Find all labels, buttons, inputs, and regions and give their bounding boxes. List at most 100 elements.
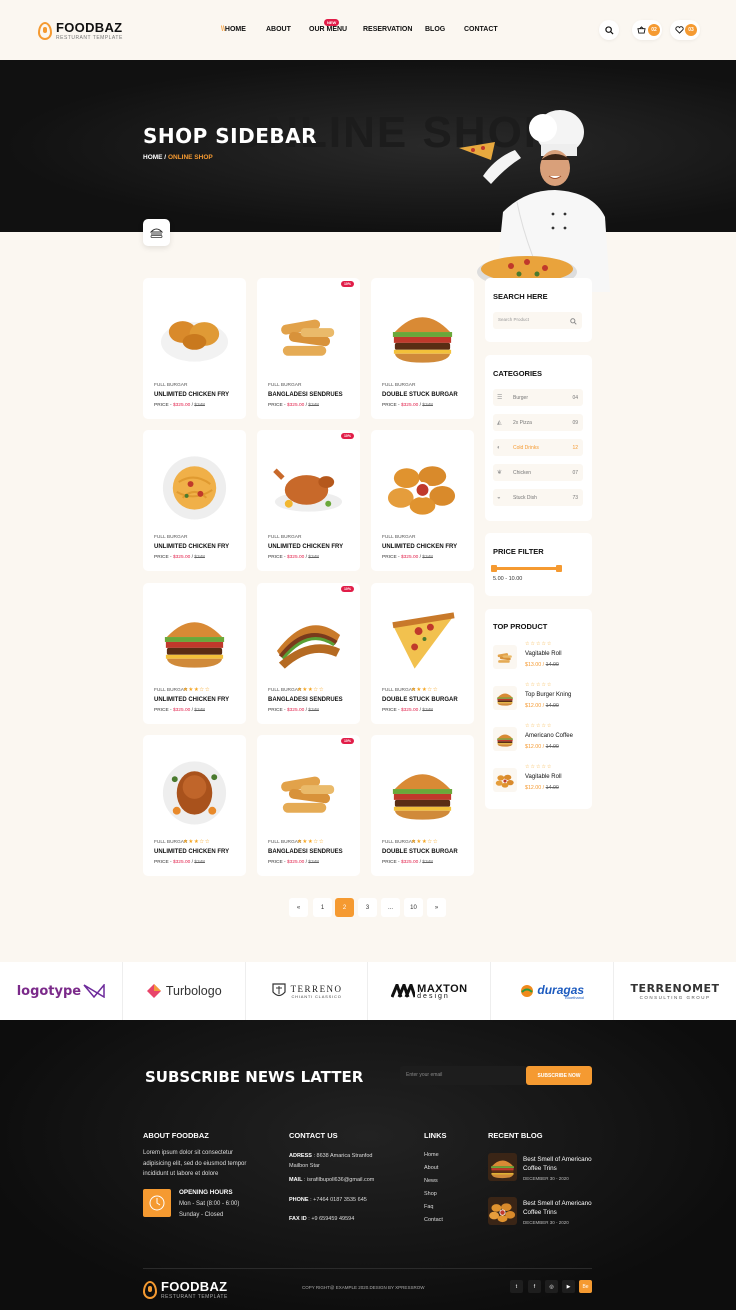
product-image[interactable] (385, 605, 460, 673)
page-2[interactable]: 2 (335, 898, 354, 917)
product-name[interactable]: DOUBLE STUCK BURGAR (382, 392, 458, 398)
product-card[interactable]: FULL BURGAR ★★★☆☆ UNLIMITED CHICKEN FRY PRI… (143, 583, 246, 724)
nav-blog[interactable]: BLOG (425, 26, 445, 33)
recent-blog-item[interactable]: Best Smell of Americano Coffee Trins DECE… (488, 1197, 598, 1227)
blog-title[interactable]: Best Smell of Americano Coffee Trins (523, 1199, 598, 1217)
product-name[interactable]: DOUBLE STUCK BURGAR (382, 697, 458, 703)
product-card[interactable]: FULL BURGAR ★★★☆☆ DOUBLE STUCK BURGAR PRICE… (371, 735, 474, 876)
product-image[interactable] (385, 300, 460, 368)
page-1[interactable]: 1 (313, 898, 332, 917)
blog-title[interactable]: Best Smell of Americano Coffee Trins (523, 1155, 598, 1173)
nav-about[interactable]: ABOUT (266, 26, 291, 33)
category-item[interactable]: ◭ 2x Pizza 09 (493, 414, 583, 431)
top-product-name[interactable]: Top Burger Kning (525, 692, 571, 698)
product-card[interactable]: FULL BURGAR UNLIMITED CHICKEN FRY PRICE - … (143, 278, 246, 419)
product-card[interactable]: FULL BURGAR ★★★☆☆ DOUBLE STUCK BURGAR PRICE… (371, 583, 474, 724)
product-image[interactable] (271, 452, 346, 520)
top-product-item[interactable]: ☆☆☆☆☆ Vagitable Roll $13.00 / 14.90 (493, 641, 588, 673)
footer-link-contact[interactable]: Contact (424, 1217, 443, 1223)
product-card[interactable]: FULL BURGAR ★★★☆☆ UNLIMITED CHICKEN FRY PRI… (143, 735, 246, 876)
top-product-image[interactable] (493, 727, 517, 751)
recent-blog-item[interactable]: Best Smell of Americano Coffee Trins DECE… (488, 1153, 598, 1183)
blog-thumbnail[interactable] (488, 1197, 517, 1225)
product-image[interactable] (157, 300, 232, 368)
brand-logotype[interactable]: logotype (0, 962, 123, 1020)
top-product-name[interactable]: Vagitable Roll (525, 651, 562, 657)
top-product-item[interactable]: ☆☆☆☆☆ Top Burger Kning $12.00 / 14.90 (493, 682, 588, 714)
price-slider-min-handle[interactable] (491, 565, 497, 572)
top-product-image[interactable] (493, 686, 517, 710)
price-slider-track[interactable] (493, 567, 561, 570)
nav-reservation[interactable]: RESERVATION (363, 26, 412, 33)
product-card[interactable]: 10% FULL BURGAR BANGLADESI SENDRUES PRICE -… (257, 278, 360, 419)
search-icon[interactable] (570, 318, 577, 325)
product-name[interactable]: BANGLADESI SENDRUES (268, 697, 343, 703)
page-prev[interactable]: « (289, 898, 308, 917)
product-name[interactable]: BANGLADESI SENDRUES (268, 849, 343, 855)
brand-duragas[interactable]: duragas Bioethanol (491, 962, 615, 1020)
product-image[interactable] (385, 757, 460, 825)
brand-terreno[interactable]: TERRENO CHIANTI CLASSICO (246, 962, 369, 1020)
product-image[interactable] (385, 452, 460, 520)
product-card[interactable]: 10% FULL BURGAR UNLIMITED CHICKEN FRY PRICE… (257, 430, 360, 571)
brand-turbologo[interactable]: Turbologo (123, 962, 246, 1020)
footer-logo[interactable]: FOODBAZ RESTURANT TEMPLATE (143, 1279, 228, 1300)
brand-maxton[interactable]: MAXTON design (368, 962, 492, 1020)
product-image[interactable] (157, 757, 232, 825)
top-product-item[interactable]: ☆☆☆☆☆ Americano Coffee $12.00 / 14.90 (493, 723, 588, 755)
top-product-name[interactable]: Americano Coffee (525, 733, 573, 739)
product-image[interactable] (271, 605, 346, 673)
footer-link-home[interactable]: Home (424, 1152, 439, 1158)
category-item[interactable]: ❦ Chicken 07 (493, 464, 583, 481)
product-name[interactable]: UNLIMITED CHICKEN FRY (268, 544, 343, 550)
footer-link-shop[interactable]: Shop (424, 1191, 437, 1197)
product-name[interactable]: UNLIMITED CHICKEN FRY (154, 849, 229, 855)
page-next[interactable]: » (427, 898, 446, 917)
product-image[interactable] (157, 605, 232, 673)
brand-terrenomet[interactable]: TERRENOMET CONSULTING GROUP (614, 962, 736, 1020)
product-name[interactable]: UNLIMITED CHICKEN FRY (154, 544, 229, 550)
logo[interactable]: FOODBAZ RESTURANT TEMPLATE (38, 20, 123, 41)
email-input[interactable]: Enter your email (400, 1066, 527, 1085)
instagram-icon[interactable]: ◎ (545, 1280, 558, 1293)
top-product-item[interactable]: ☆☆☆☆☆ Vagitable Roll $12.00 / 14.90 (493, 764, 588, 796)
category-item[interactable]: ◒ Stuck Dish 73 (493, 489, 583, 506)
behance-icon[interactable]: Be (579, 1280, 592, 1293)
search-input[interactable]: Search Product (493, 312, 582, 329)
nav-contact[interactable]: CONTACT (464, 26, 498, 33)
page-10[interactable]: 10 (404, 898, 423, 917)
product-name[interactable]: UNLIMITED CHICKEN FRY (154, 697, 229, 703)
youtube-icon[interactable]: ▶ (562, 1280, 575, 1293)
product-image[interactable] (157, 452, 232, 520)
footer-link-about[interactable]: About (424, 1165, 438, 1171)
category-item[interactable]: ☰ Burger 04 (493, 389, 583, 406)
product-card[interactable]: 10% FULL BURGAR ★★★☆☆ BANGLADESI SENDRUES PR… (257, 583, 360, 724)
product-name[interactable]: BANGLADESI SENDRUES (268, 392, 343, 398)
contact-mail[interactable]: MAIL : israfilbupoll636@gmail.com (289, 1175, 374, 1186)
product-card[interactable]: FULL BURGAR UNLIMITED CHICKEN FRY PRICE - … (143, 430, 246, 571)
product-name[interactable]: UNLIMITED CHICKEN FRY (382, 544, 457, 550)
breadcrumb-home[interactable]: HOME / (143, 154, 166, 161)
category-item[interactable]: ◐ Cold Drinks 12 (493, 439, 583, 456)
blog-thumbnail[interactable] (488, 1153, 517, 1181)
top-product-image[interactable] (493, 645, 517, 669)
top-product-image[interactable] (493, 768, 517, 792)
product-name[interactable]: DOUBLE STUCK BURGAR (382, 849, 458, 855)
search-button[interactable] (599, 20, 619, 40)
footer-link-faq[interactable]: Faq (424, 1204, 433, 1210)
product-image[interactable] (271, 757, 346, 825)
product-card[interactable]: 10% FULL BURGAR ★★★☆☆ BANGLADESI SENDRUES PR… (257, 735, 360, 876)
page-3[interactable]: 3 (358, 898, 377, 917)
facebook-icon[interactable]: f (528, 1280, 541, 1293)
subscribe-button[interactable]: SUBSCRIBE NOW (526, 1066, 592, 1085)
footer-link-news[interactable]: News (424, 1178, 438, 1184)
product-name[interactable]: UNLIMITED CHICKEN FRY (154, 392, 229, 398)
price-slider-max-handle[interactable] (556, 565, 562, 572)
top-product-name[interactable]: Vagitable Roll (525, 774, 562, 780)
product-card[interactable]: FULL BURGAR DOUBLE STUCK BURGAR PRICE - $3… (371, 278, 474, 419)
nav-home[interactable]: \\HOME (221, 26, 246, 33)
product-card[interactable]: FULL BURGAR UNLIMITED CHICKEN FRY PRICE - … (371, 430, 474, 571)
nav-our-menu[interactable]: OUR MENU (309, 26, 347, 33)
product-image[interactable] (271, 300, 346, 368)
contact-phone[interactable]: PHONE : +7464 0187 3535 645 (289, 1195, 367, 1206)
